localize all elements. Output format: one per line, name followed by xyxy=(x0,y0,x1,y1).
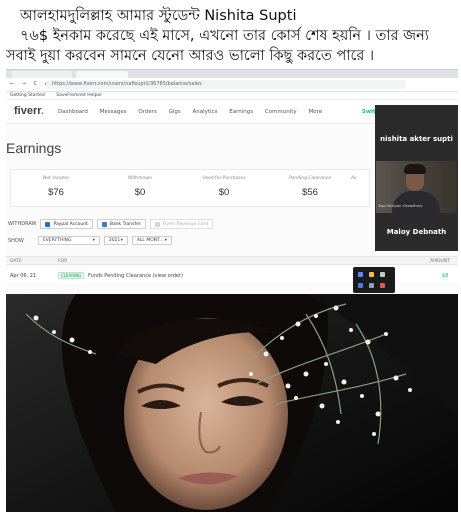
end-call-icon[interactable] xyxy=(380,283,385,288)
caption-line-2: ৭৬$ ইনকাম করেছে এই মাসে, এখনো তার কোর্স … xyxy=(20,28,429,44)
address-bar: ← → C ⌂ https://www.fiverr.com/users/naf… xyxy=(6,78,458,92)
show-label: SHOW xyxy=(8,237,24,244)
card-icon xyxy=(154,221,160,227)
revenue-card-label: Fiverr Revenue Card xyxy=(162,221,209,227)
share-icon[interactable] xyxy=(358,272,363,277)
activity-select-value: EVERYTHING xyxy=(42,238,72,243)
menu-more[interactable]: More xyxy=(308,109,322,115)
stat-value: $56 xyxy=(302,187,318,198)
menu-orders[interactable]: Orders xyxy=(138,109,157,115)
menu-earnings[interactable]: Earnings xyxy=(229,109,253,115)
stat-pending-clearance: Pending Clearance $56 xyxy=(265,176,355,198)
row-date: Apr 06, 21 xyxy=(10,273,37,279)
browser-tab[interactable] xyxy=(12,71,72,78)
browser-nav-icons[interactable]: ← → C ⌂ xyxy=(10,81,51,87)
menu-analytics[interactable]: Analytics xyxy=(192,109,217,115)
earnings-screenshot: ← → C ⌂ https://www.fiverr.com/users/naf… xyxy=(6,69,458,294)
bank-transfer-button[interactable]: Bank Transfer xyxy=(96,219,146,229)
fiverr-logo[interactable]: fiverr. xyxy=(14,105,44,117)
activity-select[interactable]: EVERYTHING ▾ xyxy=(37,236,100,245)
menu-dashboard[interactable]: Dashboard xyxy=(58,109,88,115)
stat-value: $76 xyxy=(48,187,64,198)
fiverr-logo-text: fiverr xyxy=(14,105,41,117)
present-icon[interactable] xyxy=(358,283,363,288)
year-select[interactable]: 2021 ▾ xyxy=(103,236,128,245)
show-filter-row: SHOW EVERYTHING ▾ 2021 ▾ ALL MONT... ▾ xyxy=(8,236,172,245)
browser-tab[interactable] xyxy=(76,71,128,78)
screen-share-toolbar xyxy=(353,267,395,293)
people-icon[interactable] xyxy=(369,283,374,288)
menu-gigs[interactable]: Gigs xyxy=(169,109,181,115)
chevron-down-icon: ▾ xyxy=(92,238,95,243)
earnings-stats: Net Income $76 Withdrawn $0 Used for Pur… xyxy=(10,169,370,207)
bank-transfer-label: Bank Transfer xyxy=(109,221,141,227)
participant-name: nishita akter supti xyxy=(380,135,453,143)
fiverr-menu: Dashboard Messages Orders Gigs Analytics… xyxy=(58,109,332,115)
chevron-down-icon: ▾ xyxy=(120,238,123,243)
menu-community[interactable]: Community xyxy=(265,109,297,115)
post-caption: আলহামদুলিল্লাহ আমার স্টুডেন্ট Nishita Su… xyxy=(6,6,458,66)
portrait-illustration xyxy=(6,294,458,512)
stat-label: Net Income xyxy=(43,176,69,181)
stat-withdrawn: Withdrawn $0 xyxy=(95,176,185,198)
year-select-value: 2021 xyxy=(108,238,121,243)
paypal-icon xyxy=(45,221,51,227)
participant-name: Maloy Debnath xyxy=(386,228,447,236)
col-date: DATE xyxy=(10,259,22,264)
page-title: Earnings xyxy=(6,140,62,156)
bookmark-item[interactable]: SaveFromnet Helper xyxy=(56,93,102,98)
stat-label: Withdrawn xyxy=(127,176,153,181)
stat-label: Av xyxy=(351,176,357,181)
stat-net-income: Net Income $76 xyxy=(11,176,101,198)
stat-value: $0 xyxy=(218,187,230,198)
stat-label: Pending Clearance xyxy=(288,176,332,181)
menu-messages[interactable]: Messages xyxy=(100,109,127,115)
row-description[interactable]: Funds Pending Clearance (view order) xyxy=(88,273,183,279)
stat-used-for-purchases: Used for Purchases $0 xyxy=(179,176,269,198)
status-badge: CLEARING xyxy=(58,272,85,279)
withdraw-label: WITHDRAW xyxy=(8,221,37,227)
col-for: FOR xyxy=(58,259,68,264)
paypal-label: Paypal Account xyxy=(53,221,88,227)
video-tile-tag: Tapu Bhuiyan Chowdhury xyxy=(378,204,423,208)
col-amount: AMOUNT xyxy=(430,259,450,264)
caption-line-1: আলহামদুলিল্লাহ আমার স্টুডেন্ট Nishita Su… xyxy=(20,8,297,24)
student-photo xyxy=(6,294,458,512)
withdraw-row: WITHDRAW Paypal Account Bank Transfer Fi… xyxy=(8,219,214,229)
month-select-value: ALL MONT... xyxy=(136,238,164,243)
stat-value: $0 xyxy=(134,187,146,198)
url-field[interactable]: https://www.fiverr.com/users/nafisuptii/… xyxy=(46,80,406,89)
stat-label: Used for Purchases xyxy=(202,176,246,181)
month-select[interactable]: ALL MONT... ▾ xyxy=(131,236,172,245)
stat-available: Av xyxy=(351,176,371,187)
table-header: DATE FOR AMOUNT xyxy=(6,256,458,265)
browser-tab-strip xyxy=(6,70,458,78)
revenue-card-button[interactable]: Fiverr Revenue Card xyxy=(149,219,214,229)
hand-icon[interactable] xyxy=(369,272,374,277)
bank-icon xyxy=(101,221,107,227)
bookmark-item[interactable]: Getting Started xyxy=(10,93,45,98)
participant-hair xyxy=(404,164,426,174)
caption-line-3: সবাই দুয়া করবেন সামনে যেনো আরও ভালো কিছ… xyxy=(6,48,375,64)
participant-video-tile: Tapu Bhuiyan Chowdhury xyxy=(376,161,457,213)
settings-icon[interactable] xyxy=(380,272,385,277)
fiverr-logo-dot: . xyxy=(40,105,44,117)
paypal-button[interactable]: Paypal Account xyxy=(40,219,93,229)
chevron-down-icon: ▾ xyxy=(164,238,167,243)
bookmarks-bar: Getting Started SaveFromnet Helper xyxy=(6,92,458,100)
video-call-panel: nishita akter supti Tapu Bhuiyan Chowdhu… xyxy=(375,105,458,251)
row-amount: $8 xyxy=(442,273,449,279)
